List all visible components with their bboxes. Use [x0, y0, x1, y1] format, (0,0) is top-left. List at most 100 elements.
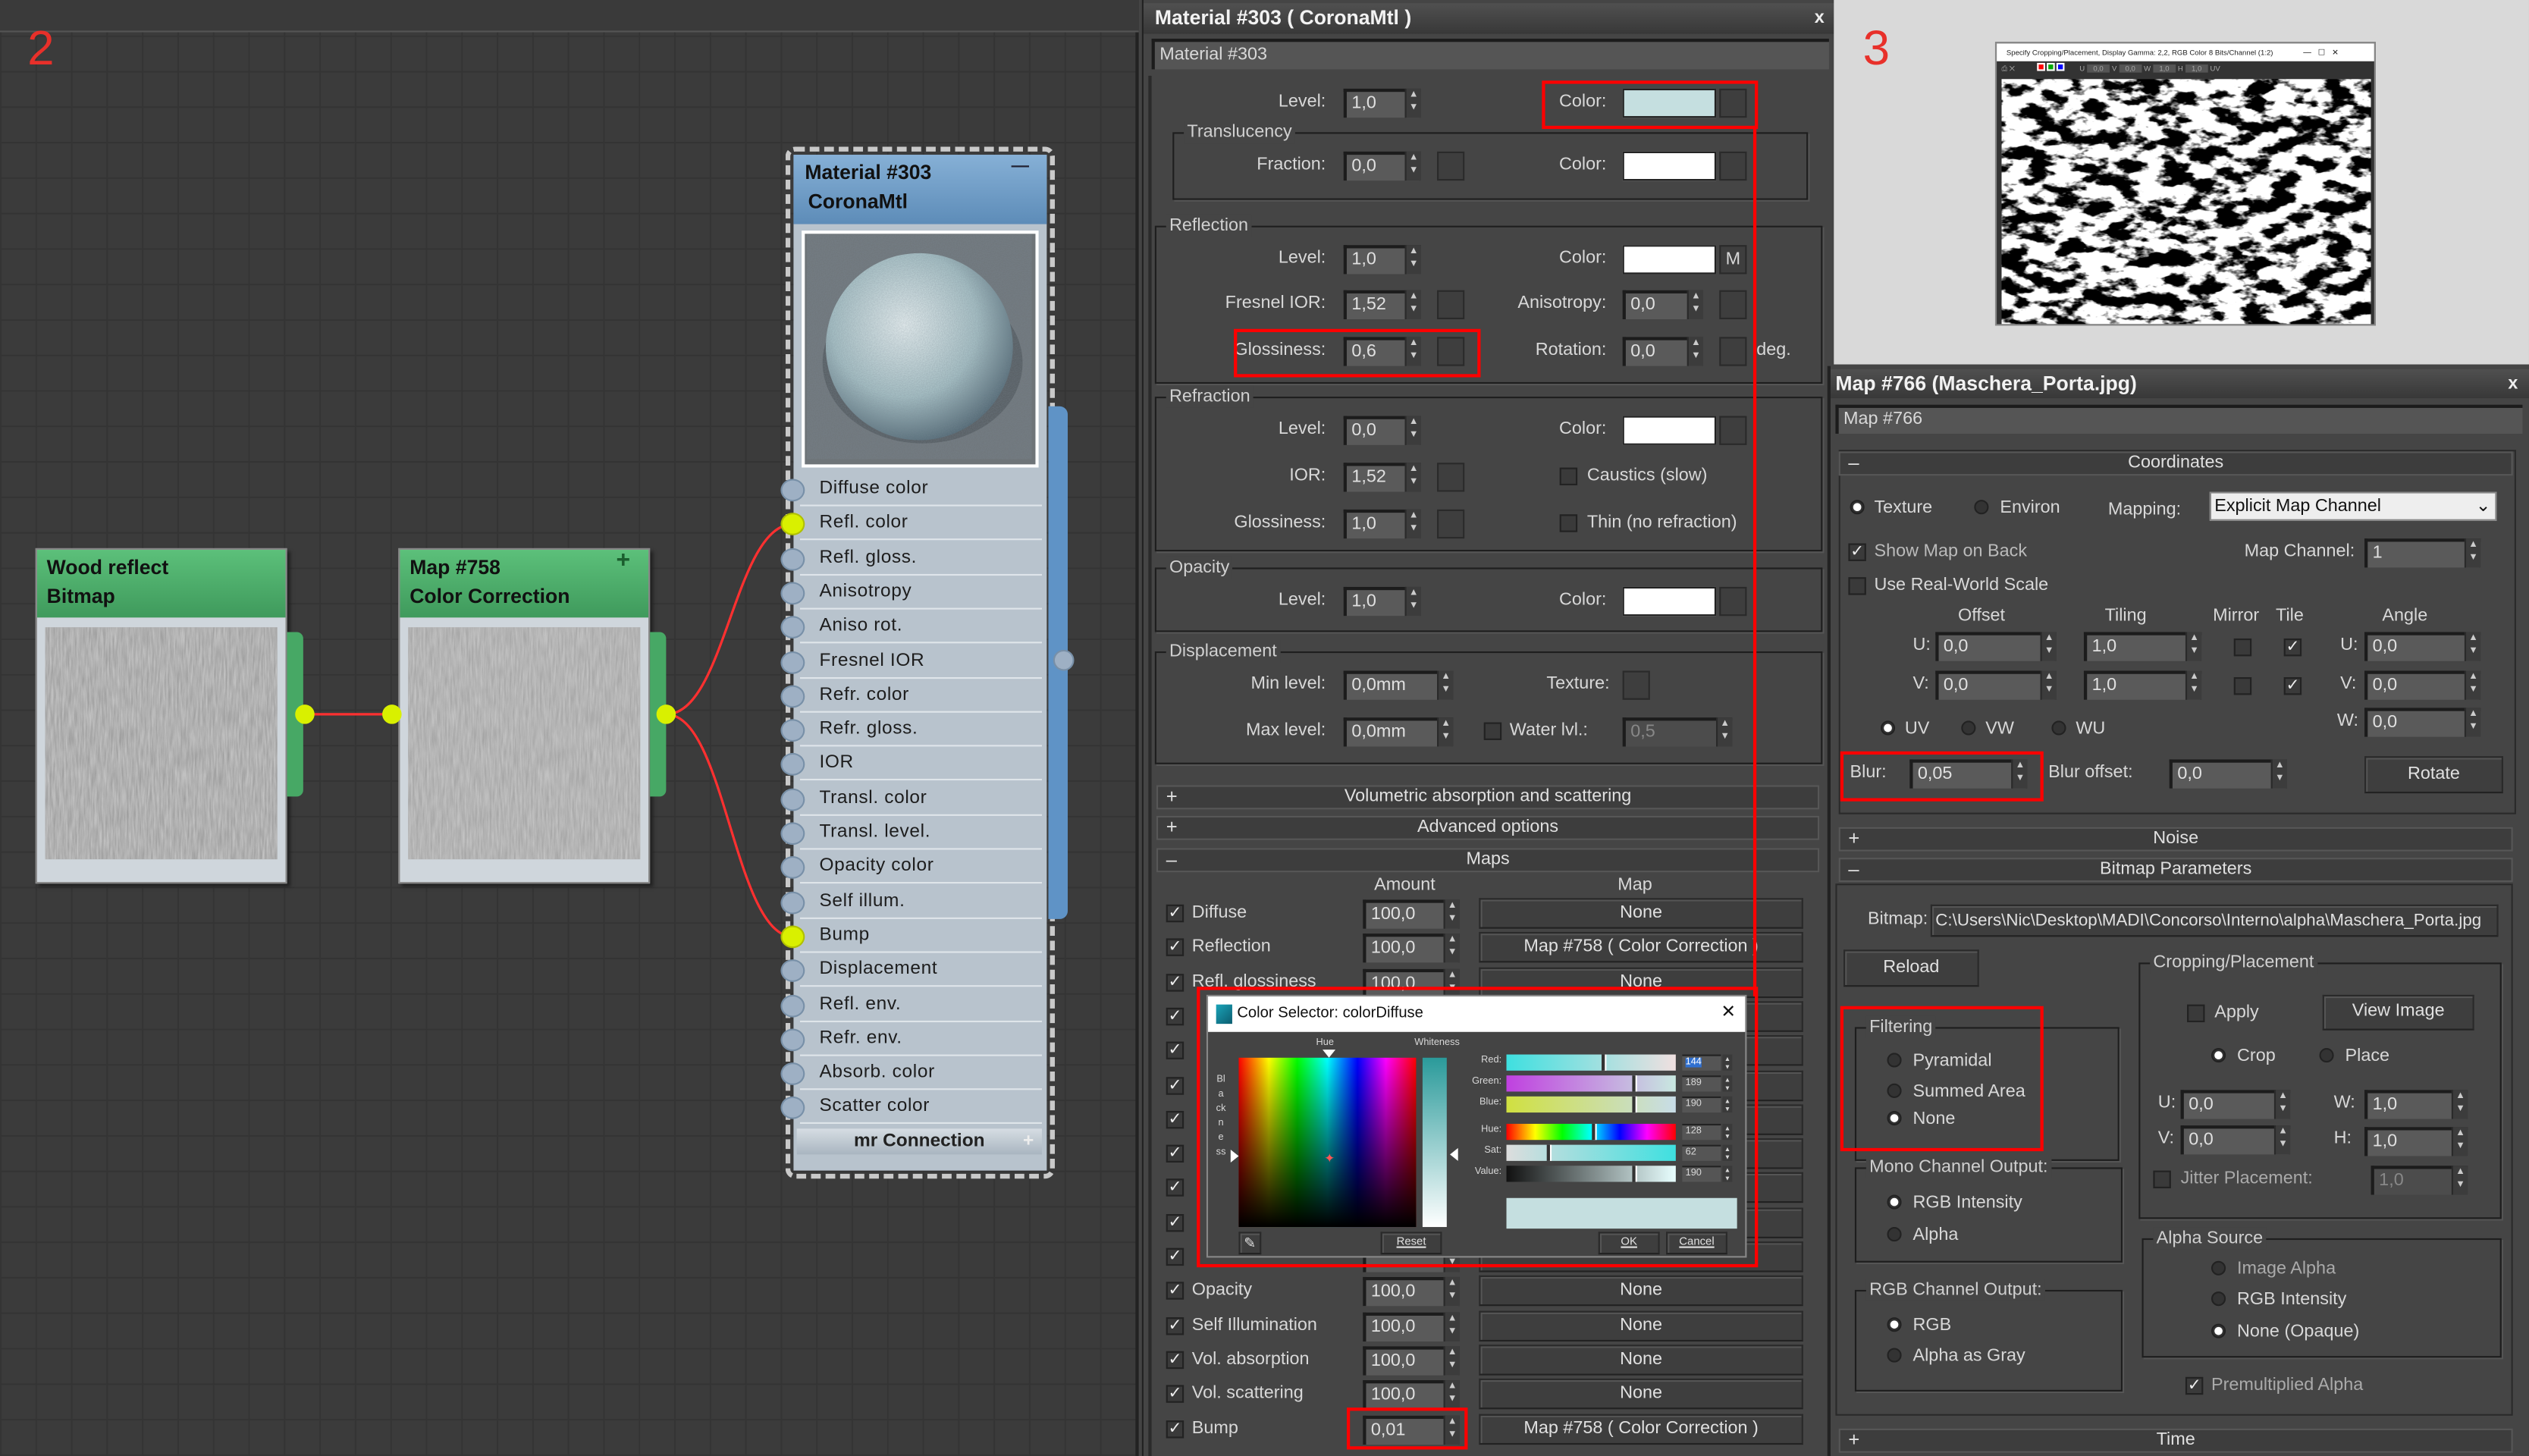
- environ-radio[interactable]: [1974, 500, 1989, 515]
- ior-spinner[interactable]: 1,52 ▲ ▼: [1343, 463, 1421, 492]
- input-socket[interactable]: [780, 788, 805, 811]
- map-amount-spinner[interactable]: 100,0 ▲ ▼: [1363, 1311, 1460, 1341]
- hue-slider[interactable]: [1506, 1123, 1676, 1141]
- ior-map-button[interactable]: [1437, 463, 1465, 492]
- input-socket[interactable]: [780, 959, 805, 983]
- input-slot[interactable]: Self illum.: [780, 886, 1042, 919]
- sat-value-field[interactable]: 62: [1682, 1144, 1721, 1161]
- rollout-noise[interactable]: + Noise: [1838, 827, 2513, 852]
- input-slot[interactable]: Transl. color: [780, 783, 1042, 816]
- map-enable-checkbox[interactable]: ✓: [1166, 973, 1184, 991]
- real-world-scale-checkbox[interactable]: [1848, 577, 1866, 595]
- map-amount-spinner[interactable]: 100,0 ▲ ▼: [1363, 1277, 1460, 1307]
- blur-offset-spinner[interactable]: 0,0 ▲ ▼: [2169, 759, 2287, 789]
- input-socket[interactable]: [780, 822, 805, 846]
- map-slot-button[interactable]: None: [1479, 1310, 1803, 1341]
- angle-v-spinner[interactable]: 0,0 ▲ ▼: [2364, 670, 2481, 700]
- tile-v-checkbox[interactable]: ✓: [2283, 677, 2302, 695]
- rollout-maps[interactable]: – Maps: [1156, 848, 1820, 873]
- input-slot[interactable]: Refr. gloss.: [780, 714, 1042, 747]
- fraction-map-button[interactable]: [1437, 151, 1465, 181]
- texture-radio[interactable]: [1850, 500, 1865, 515]
- color-cursor[interactable]: ✦: [1324, 1151, 1335, 1166]
- input-socket[interactable]: [780, 719, 805, 742]
- output-socket[interactable]: [656, 704, 676, 724]
- mirror-v-checkbox[interactable]: [2233, 677, 2252, 695]
- map-slot-button[interactable]: None: [1479, 1345, 1803, 1376]
- map-enable-checkbox[interactable]: ✓: [1166, 1282, 1184, 1301]
- opacity-level-spinner[interactable]: 1,0 ▲ ▼: [1343, 586, 1421, 617]
- input-slot[interactable]: Fresnel IOR: [780, 645, 1042, 679]
- alpha-as-gray-radio[interactable]: [1887, 1348, 1902, 1363]
- crop-v-spinner[interactable]: 0,0 ▲ ▼: [2180, 1125, 2291, 1155]
- reload-button[interactable]: Reload: [1843, 949, 1979, 987]
- material-name-field[interactable]: Material #303: [1151, 39, 1829, 70]
- refraction-level-spinner[interactable]: 0,0 ▲ ▼: [1343, 416, 1421, 445]
- green-slider[interactable]: [1506, 1075, 1676, 1092]
- green-spinner-arrows[interactable]: ▲ ▼: [1722, 1075, 1733, 1092]
- close-icon[interactable]: ✕: [1721, 1001, 1736, 1024]
- map-enable-checkbox[interactable]: ✓: [1166, 1247, 1184, 1266]
- node-map-758-color-correction[interactable]: Map #758 Color Correction +: [398, 548, 651, 884]
- input-socket[interactable]: [780, 513, 805, 536]
- input-slot[interactable]: Absorb. color: [780, 1057, 1042, 1090]
- blue-value-field[interactable]: 190: [1682, 1096, 1721, 1113]
- slider-thumb[interactable]: [1631, 1166, 1636, 1182]
- fresnel-map-button[interactable]: [1437, 290, 1465, 319]
- input-slot[interactable]: Opacity color: [780, 852, 1042, 884]
- input-socket[interactable]: [780, 582, 805, 605]
- slider-thumb[interactable]: [1547, 1144, 1551, 1161]
- hue-pointer[interactable]: [1323, 1050, 1336, 1058]
- anisotropy-map-button[interactable]: [1719, 290, 1747, 319]
- diffuse-level-spinner[interactable]: 1,0 ▲ ▼: [1343, 88, 1421, 118]
- map-amount-spinner[interactable]: 100,0 ▲ ▼: [1363, 934, 1460, 963]
- input-socket[interactable]: [780, 685, 805, 708]
- rotate-button[interactable]: Rotate: [2364, 756, 2503, 794]
- map-slot-button[interactable]: Map #758 ( Color Correction ): [1479, 1413, 1803, 1445]
- input-slot[interactable]: Refl. gloss.: [780, 542, 1042, 576]
- slider-thumb[interactable]: [1631, 1075, 1636, 1092]
- refraction-map-button[interactable]: [1719, 416, 1747, 445]
- none-opaque-radio[interactable]: [2211, 1323, 2226, 1338]
- map-enable-checkbox[interactable]: ✓: [1166, 904, 1184, 923]
- slider-thumb[interactable]: [1631, 1096, 1636, 1113]
- input-slot[interactable]: Bump: [780, 920, 1042, 953]
- input-slot[interactable]: Refl. env.: [780, 989, 1042, 1021]
- wu-radio[interactable]: [2051, 720, 2066, 736]
- input-socket[interactable]: [382, 704, 402, 724]
- input-slot[interactable]: IOR: [780, 748, 1042, 781]
- offset-v-spinner[interactable]: 0,0 ▲ ▼: [1935, 670, 2057, 700]
- input-slot[interactable]: Displacement: [780, 955, 1042, 987]
- red-slider[interactable]: [1506, 1054, 1676, 1071]
- crop-u-spinner[interactable]: 0,0 ▲ ▼: [2180, 1090, 2291, 1119]
- displacement-texture-button[interactable]: [1622, 670, 1650, 700]
- map-enable-checkbox[interactable]: ✓: [1166, 1351, 1184, 1369]
- rollout-volumetric[interactable]: + Volumetric absorption and scattering: [1156, 785, 1820, 810]
- translucency-color-swatch[interactable]: [1622, 151, 1717, 181]
- uv-radio[interactable]: [1880, 720, 1896, 736]
- show-map-on-back-checkbox[interactable]: ✓: [1848, 543, 1866, 561]
- rgb-intensity-radio[interactable]: [1887, 1194, 1902, 1210]
- hue-value-field[interactable]: 128: [1682, 1123, 1721, 1141]
- map-enable-checkbox[interactable]: ✓: [1166, 1041, 1184, 1060]
- map-enable-checkbox[interactable]: ✓: [1166, 1076, 1184, 1094]
- plus-icon[interactable]: +: [1023, 1128, 1034, 1154]
- input-socket[interactable]: [780, 753, 805, 777]
- map-enable-checkbox[interactable]: ✓: [1166, 939, 1184, 957]
- output-socket[interactable]: [295, 704, 315, 724]
- value-value-field[interactable]: 190: [1682, 1166, 1721, 1182]
- mr-connection-rollout[interactable]: mr Connection +: [796, 1128, 1042, 1155]
- offset-u-spinner[interactable]: 0,0 ▲ ▼: [1935, 632, 2057, 661]
- map-amount-spinner[interactable]: 100,0 ▲ ▼: [1363, 899, 1460, 929]
- input-slot[interactable]: Refl. color: [780, 508, 1042, 541]
- refraction-color-swatch[interactable]: [1622, 416, 1717, 445]
- vw-radio[interactable]: [1961, 720, 1976, 736]
- rollout-time[interactable]: + Time: [1838, 1428, 2513, 1453]
- angle-u-spinner[interactable]: 0,0 ▲ ▼: [2364, 632, 2481, 661]
- map-enable-checkbox[interactable]: ✓: [1166, 1213, 1184, 1232]
- rollout-coordinates[interactable]: – Coordinates: [1838, 451, 2513, 476]
- crop-w-spinner[interactable]: 1,0 ▲ ▼: [2364, 1090, 2468, 1119]
- translucency-map-button[interactable]: [1719, 151, 1747, 181]
- input-slot[interactable]: Diffuse color: [780, 474, 1042, 507]
- map-amount-spinner[interactable]: 100,0 ▲ ▼: [1363, 1380, 1460, 1410]
